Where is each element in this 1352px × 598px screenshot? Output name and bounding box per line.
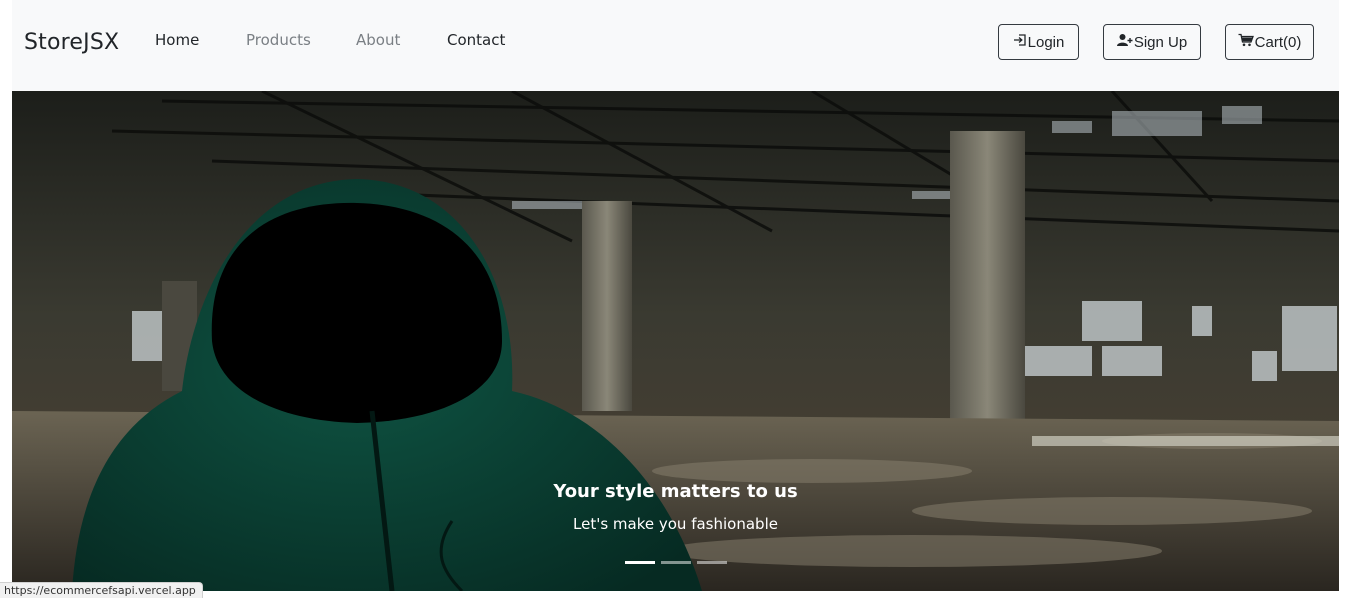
carousel-indicator-1[interactable] — [625, 561, 655, 564]
login-button[interactable]: Login — [998, 24, 1079, 60]
cart-icon — [1238, 33, 1255, 51]
user-plus-icon — [1116, 33, 1134, 51]
signup-button[interactable]: Sign Up — [1103, 24, 1201, 60]
brand-logo[interactable]: StoreJSX — [24, 30, 119, 55]
signup-label: Sign Up — [1133, 33, 1188, 51]
status-bar-url: https://ecommercefsapi.vercel.app — [0, 582, 203, 598]
hero-subtitle: Let's make you fashionable — [573, 515, 778, 533]
navbar: StoreJSX Home Products About Contact Log… — [12, 0, 1339, 91]
hero-carousel[interactable]: Your style matters to us Let's make you … — [12, 91, 1339, 591]
cart-label: Cart(0) — [1254, 33, 1302, 51]
carousel-indicator-3[interactable] — [697, 561, 727, 564]
nav-home[interactable]: Home — [155, 31, 199, 49]
nav-contact[interactable]: Contact — [447, 31, 505, 49]
carousel-indicator-2[interactable] — [661, 561, 691, 564]
cart-button[interactable]: Cart(0) — [1225, 24, 1314, 60]
hero-title: Your style matters to us — [553, 481, 798, 502]
nav-about[interactable]: About — [356, 31, 400, 49]
carousel-indicators — [625, 561, 727, 564]
nav-products[interactable]: Products — [246, 31, 311, 49]
login-icon — [1013, 33, 1028, 51]
login-label: Login — [1027, 33, 1065, 51]
